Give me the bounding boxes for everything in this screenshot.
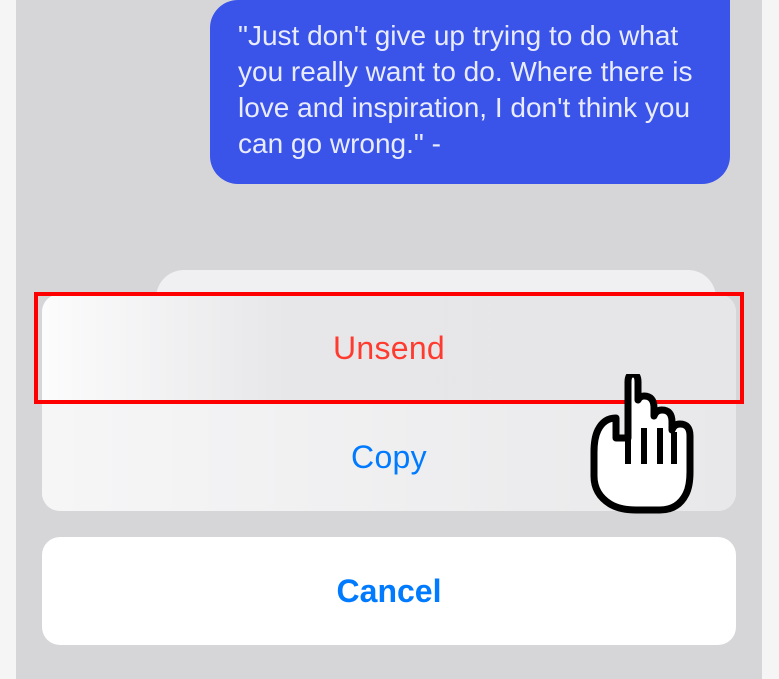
messages-viewport: "Just don't give up trying to do what yo…: [16, 0, 762, 679]
cancel-button-label: Cancel: [337, 573, 442, 610]
copy-button-label: Copy: [351, 439, 427, 476]
unsend-button[interactable]: Unsend: [42, 294, 736, 402]
action-sheet: Unsend Copy Cancel: [42, 294, 736, 645]
sent-message-text: "Just don't give up trying to do what yo…: [238, 20, 692, 159]
copy-button[interactable]: Copy: [42, 403, 736, 511]
action-sheet-options-group: Unsend Copy: [42, 294, 736, 511]
unsend-button-label: Unsend: [333, 330, 445, 367]
cancel-button[interactable]: Cancel: [42, 537, 736, 645]
sent-message-bubble[interactable]: "Just don't give up trying to do what yo…: [210, 0, 730, 184]
